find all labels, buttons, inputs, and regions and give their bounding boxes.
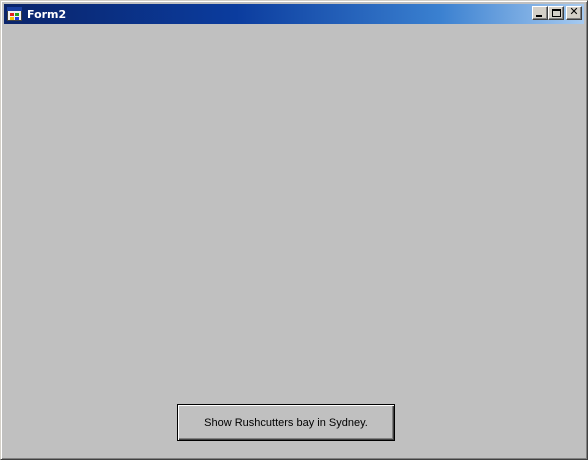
close-button[interactable]: ✕ [566, 6, 582, 20]
form-window-icon[interactable] [7, 6, 23, 22]
icon-frame-bar [7, 7, 22, 11]
icon-square-green [15, 13, 19, 16]
form-client-area: Show Rushcutters bay in Sydney. [5, 25, 583, 456]
show-rushcutters-bay-button[interactable]: Show Rushcutters bay in Sydney. [177, 404, 395, 441]
close-icon: ✕ [569, 5, 579, 18]
maximize-button[interactable] [548, 6, 564, 20]
icon-square-yellow [10, 17, 14, 20]
minimize-button[interactable] [532, 6, 548, 20]
icon-square-blue [15, 17, 19, 20]
minimize-icon [536, 15, 542, 17]
window-controls: ✕ [532, 6, 582, 20]
form2-window: Form2 ✕ Show Rushcutters bay in Sydney. [0, 0, 588, 460]
window-title: Form2 [27, 7, 67, 21]
icon-square-red [10, 13, 14, 16]
title-bar[interactable]: Form2 ✕ [4, 4, 584, 24]
maximize-icon [552, 9, 561, 17]
